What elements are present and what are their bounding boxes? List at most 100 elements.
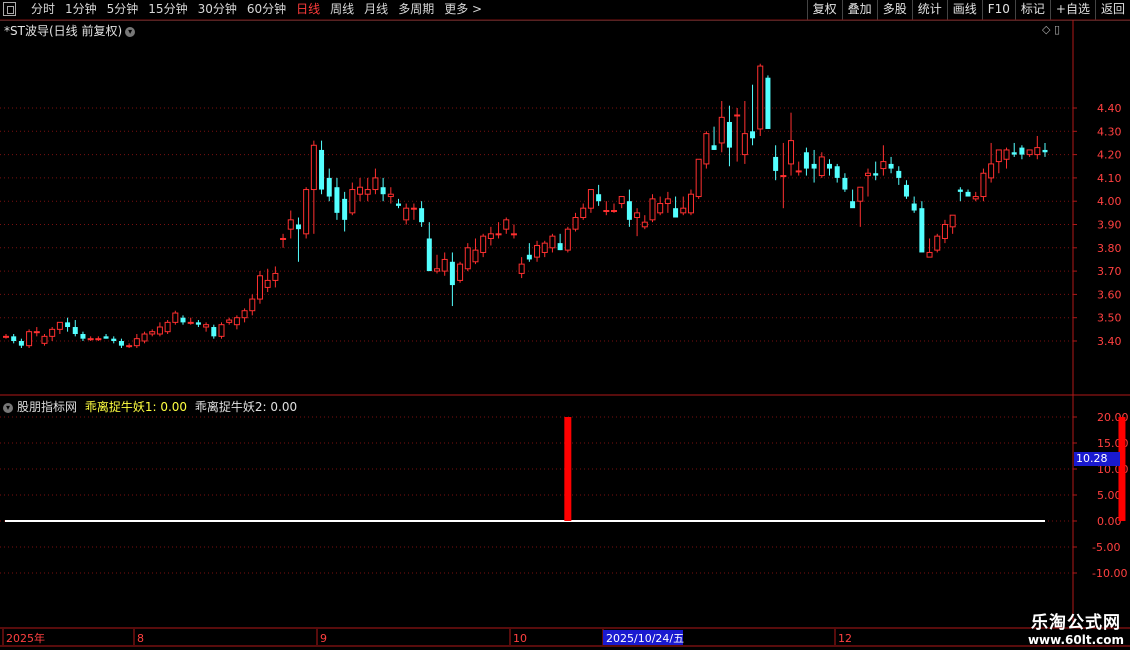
- candle-body-down: [180, 317, 186, 323]
- candle-body-up: [926, 251, 933, 258]
- candle-body-up: [41, 335, 48, 344]
- candle-body-up: [880, 161, 887, 170]
- candle-body-up: [126, 345, 133, 348]
- price-tick-label: 4.00: [1097, 195, 1122, 208]
- candle-body-up: [703, 133, 710, 165]
- candle-body-up: [718, 116, 725, 144]
- stock-title: *ST波导(日线 前复权): [4, 24, 123, 38]
- candle-body-up: [49, 328, 56, 337]
- candle-body-up: [572, 217, 579, 230]
- candle-body-up: [680, 207, 687, 214]
- panel-controls[interactable]: ◇ ▯: [1042, 23, 1060, 36]
- date-label: 2025年: [6, 631, 45, 645]
- candle-body-up: [218, 324, 225, 337]
- candle-body-down: [1042, 149, 1048, 153]
- indicator-tick-label: -10.00: [1092, 567, 1127, 580]
- date-label: 8: [137, 632, 144, 645]
- candle-body-up: [387, 193, 394, 198]
- candle-body-up: [980, 172, 987, 198]
- candle-body-up: [503, 219, 510, 230]
- candle-body-up: [857, 186, 864, 202]
- candle-body-up: [780, 175, 787, 178]
- candle-body-up: [349, 189, 356, 214]
- date-label: 12: [838, 632, 852, 645]
- candle-body-up: [564, 228, 571, 251]
- candle-body-up: [949, 214, 956, 228]
- candle-body-down: [1019, 147, 1025, 155]
- candle-body-up: [687, 193, 694, 214]
- candle-body-up: [634, 212, 641, 219]
- candle-body-up: [187, 321, 194, 324]
- candle-body-up: [226, 319, 233, 323]
- price-tick-label: 3.40: [1097, 335, 1122, 348]
- candle-body-down: [326, 177, 332, 197]
- candle-body-up: [518, 263, 525, 274]
- candle-body-down: [80, 334, 86, 339]
- candle-body-up: [934, 235, 941, 251]
- candle-body-down: [319, 149, 325, 190]
- price-tick-label: 3.70: [1097, 265, 1122, 278]
- indicator-title-row: ▾ 股朋指标网 乖离捉牛妖1: 0.00 乖离捉牛妖2: 0.00: [3, 398, 297, 415]
- candle-body-down: [11, 336, 17, 341]
- candle-body-up: [864, 172, 871, 177]
- candle-body-up: [618, 196, 625, 205]
- candle-body-down: [726, 121, 732, 148]
- candle-body-up: [433, 268, 440, 272]
- indicator-tick-label: 0.00: [1097, 515, 1122, 528]
- candle-body-down: [873, 173, 879, 176]
- candle-body-up: [587, 189, 594, 209]
- candle-body-up: [1003, 149, 1010, 160]
- candle-body-down: [557, 243, 563, 251]
- candle-body-up: [603, 210, 610, 213]
- candle-body-down: [295, 224, 301, 230]
- price-tick-label: 3.90: [1097, 219, 1122, 232]
- candle-body-down: [827, 163, 833, 169]
- crosshair-value-tag: 10.28: [1074, 452, 1120, 466]
- indicator-name[interactable]: 股朋指标网: [17, 400, 77, 414]
- candle-body-down: [919, 208, 925, 253]
- candle-body-down: [765, 77, 771, 129]
- candle-body-up: [164, 321, 171, 333]
- price-panel-title[interactable]: *ST波导(日线 前复权) ▾: [4, 22, 136, 39]
- candle-body-down: [803, 152, 809, 169]
- indicator-line2-value: 乖离捉牛妖2: 0.00: [194, 400, 298, 414]
- candle-body-up: [310, 144, 317, 191]
- candle-body-up: [649, 198, 656, 221]
- candle-body-down: [903, 184, 909, 197]
- candle-body-down: [396, 203, 402, 206]
- candle-body-up: [264, 279, 271, 288]
- candle-body-up: [795, 170, 802, 173]
- price-tick-label: 4.20: [1097, 149, 1122, 162]
- candle-body-up: [33, 331, 40, 334]
- candle-body-down: [195, 322, 201, 325]
- candle-body-up: [149, 331, 156, 335]
- price-tick-label: 3.50: [1097, 312, 1122, 325]
- candle-body-up: [56, 321, 63, 330]
- kline-chart[interactable]: 3.40 3.50 3.60 3.70 3.80 3.90 4.00 4.10 4.20 4.30…: [0, 0, 1130, 650]
- candle-body-up: [241, 310, 248, 319]
- candle-body-down: [72, 327, 78, 335]
- candle-body-up: [372, 177, 379, 191]
- candle-body-down: [1011, 152, 1017, 155]
- indicator-line1-value: 乖离捉牛妖1: 0.00: [84, 400, 188, 414]
- candle-body-down: [811, 163, 817, 169]
- candle-body-up: [441, 258, 448, 272]
- candle-body-up: [757, 65, 764, 130]
- candle-body-up: [534, 244, 541, 258]
- candle-body-up: [788, 140, 795, 165]
- candle-body-down: [342, 198, 348, 220]
- price-tick-label: 4.40: [1097, 102, 1122, 115]
- candle-body-up: [611, 210, 618, 213]
- signal-bar: [1118, 417, 1126, 521]
- candle-body-up: [487, 233, 494, 239]
- candle-body-up: [664, 198, 671, 205]
- candle-body-up: [995, 149, 1002, 163]
- candle-body-up: [249, 298, 256, 312]
- candle-body-up: [464, 247, 471, 270]
- candle-body-up: [2, 335, 10, 338]
- chevron-down-icon[interactable]: ▾: [125, 27, 136, 37]
- candle-body-down: [334, 187, 340, 213]
- candle-body-down: [957, 189, 963, 192]
- candle-body-up: [357, 186, 364, 195]
- chevron-down-icon[interactable]: ▾: [3, 403, 13, 413]
